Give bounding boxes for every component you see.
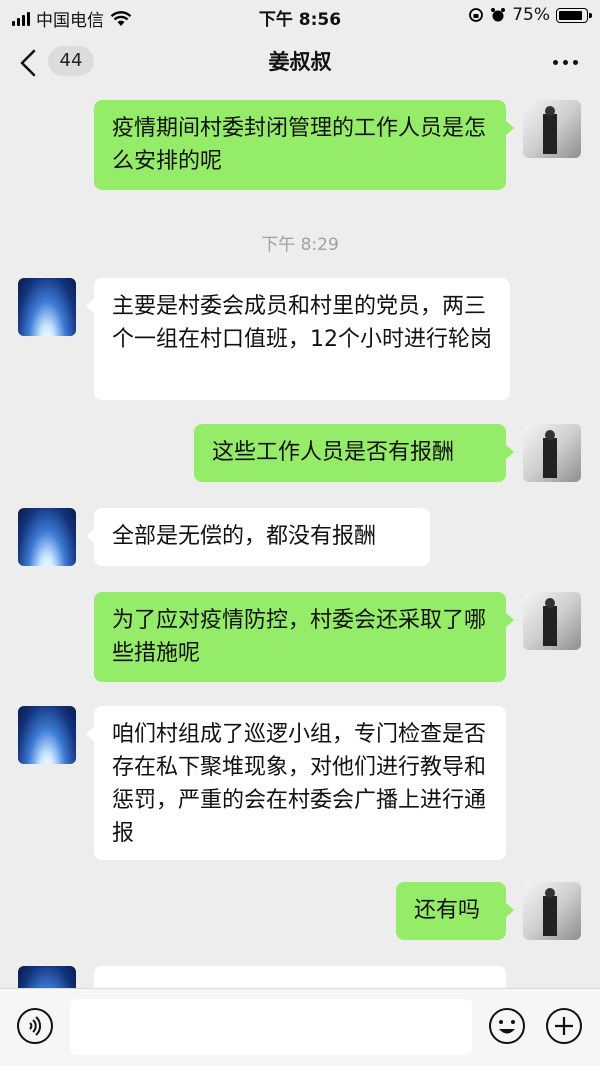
status-right: 75% [468, 5, 592, 25]
voice-input-icon[interactable] [16, 1007, 54, 1045]
message-bubble-sent[interactable]: 为了应对疫情防控，村委会还采取了哪些措施呢 [94, 592, 514, 682]
message-bubble-sent[interactable]: 这些工作人员是否有报酬 [194, 424, 514, 482]
battery-icon [556, 7, 592, 23]
my-avatar[interactable] [523, 100, 581, 158]
my-avatar[interactable] [523, 592, 581, 650]
contact-avatar[interactable] [18, 278, 76, 336]
input-bar [0, 988, 600, 1066]
message-bubble-sent[interactable]: 还有吗 [396, 882, 514, 940]
message-list[interactable]: 疫情期间村委封闭管理的工作人员是怎么安排的呢 下午 8:29 主要是村委会成员和… [0, 92, 600, 988]
message-bubble-received[interactable]: 主要是村委会成员和村里的党员，两三个一组在村口值班，12个小时进行轮岗 [86, 278, 510, 400]
contact-avatar[interactable] [18, 966, 76, 988]
message-bubble-received[interactable]: 全部是无偿的，都没有报酬 [86, 508, 430, 566]
message-input[interactable] [70, 999, 472, 1055]
add-attachment-icon[interactable] [545, 1007, 583, 1045]
message-bubble-received[interactable]: …… [86, 966, 506, 988]
alarm-icon [491, 8, 506, 22]
contact-avatar[interactable] [18, 508, 76, 566]
emoji-icon[interactable] [488, 1007, 526, 1045]
my-avatar[interactable] [523, 882, 581, 940]
message-bubble-received[interactable]: 咱们村组成了巡逻小组，专门检查是否存在私下聚堆现象，对他们进行教导和惩罚，严重的… [86, 706, 506, 860]
my-avatar[interactable] [523, 424, 581, 482]
message-bubble-sent[interactable]: 疫情期间村委封闭管理的工作人员是怎么安排的呢 [94, 100, 514, 190]
battery-percent: 75% [512, 5, 550, 25]
chat-title: 姜叔叔 [268, 50, 332, 74]
contact-avatar[interactable] [18, 706, 76, 764]
status-bar: 中国电信 下午 8:56 75% [0, 0, 600, 32]
more-options-icon[interactable] [553, 60, 578, 65]
timestamp: 下午 8:29 [261, 235, 339, 255]
rotation-lock-icon [469, 8, 484, 22]
chat-header: 44 姜叔叔 [0, 32, 600, 92]
